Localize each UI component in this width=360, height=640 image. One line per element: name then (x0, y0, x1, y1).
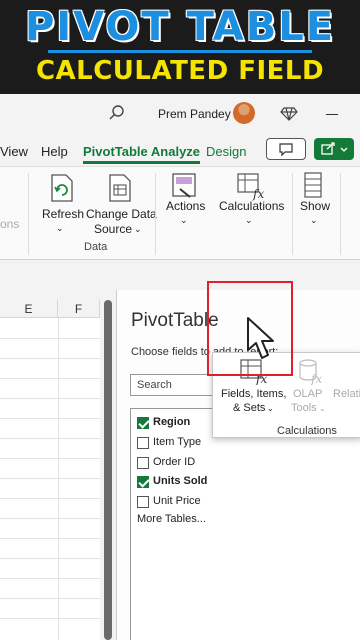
excel-window: Prem Pandey View Help PivotTable Analyze… (0, 94, 360, 640)
checkbox-checked[interactable] (137, 417, 149, 429)
chevron-down-icon: ⌄ (319, 404, 326, 413)
gridline (0, 618, 100, 619)
gridline (0, 338, 100, 339)
chevron-down-icon: ⌄ (245, 215, 253, 225)
olap-label-1: OLAP (293, 388, 323, 400)
separator (292, 173, 293, 255)
title-bar: Prem Pandey (0, 94, 360, 134)
more-tables-link[interactable]: More Tables... (137, 513, 206, 525)
avatar[interactable] (233, 102, 255, 124)
separator (28, 173, 29, 255)
field-label: Units Sold (153, 475, 208, 487)
comments-button[interactable] (266, 138, 306, 160)
share-icon (321, 142, 348, 155)
change-data-source-label-2: Source (94, 222, 133, 236)
relationships-label: Relati (333, 388, 360, 400)
tab-help[interactable]: Help (41, 144, 68, 159)
gridline (58, 318, 59, 640)
gridline (0, 538, 100, 539)
cut-off-label: ons (0, 217, 20, 231)
field-label: Region (153, 416, 191, 428)
column-header-f[interactable]: F (58, 300, 100, 318)
title-underline (48, 50, 312, 53)
show-button[interactable]: Show ⌄ (296, 171, 336, 241)
chevron-down-icon: ⌄ (267, 404, 274, 413)
ribbon: ons Refresh ⌄ Change Data Source ⌄ Data (0, 166, 360, 260)
change-data-source-button[interactable]: Change Data Source ⌄ (84, 171, 157, 243)
fields-items-label-2: & Sets (233, 402, 266, 414)
banner-title: PIVOT TABLE (24, 4, 336, 50)
ribbon-tabs: View Help PivotTable Analyze Design (0, 138, 360, 164)
diamond-icon[interactable] (280, 104, 298, 122)
calculations-button[interactable]: Calculations ⌄ (212, 171, 290, 241)
change-data-source-label-1: Change Data (86, 207, 157, 221)
tab-design[interactable]: Design (206, 144, 246, 159)
actions-label: Actions (166, 199, 206, 213)
checkbox[interactable] (137, 496, 149, 508)
gridline (0, 558, 100, 559)
gridline (0, 478, 100, 479)
checkbox[interactable] (137, 457, 149, 469)
banner-subtitle: CALCULATED FIELD (35, 56, 325, 86)
gridline (0, 518, 100, 519)
mouse-pointer-icon (247, 317, 274, 359)
field-label: Order ID (153, 456, 196, 468)
field-list: Region Item Type Order ID Units Sold Uni… (130, 408, 360, 640)
pane-title: PivotTable (131, 310, 219, 331)
search-icon[interactable] (108, 104, 126, 122)
refresh-label: Refresh (42, 207, 85, 221)
vertical-scrollbar[interactable] (104, 300, 112, 640)
field-label: Item Type (153, 436, 202, 448)
checkbox[interactable] (137, 437, 149, 449)
separator (340, 173, 341, 255)
chevron-down-icon: ⌄ (310, 215, 318, 225)
gridline (0, 498, 100, 499)
tab-view[interactable]: View (0, 144, 28, 159)
tab-pivottable-analyze[interactable]: PivotTable Analyze (83, 144, 201, 164)
worksheet[interactable]: E F (0, 300, 100, 640)
gridline (0, 418, 100, 419)
gridline (0, 438, 100, 439)
olap-tools-icon: fx (299, 359, 322, 385)
fields-items-sets-button[interactable]: Fields, Items, & Sets ⌄ (217, 387, 287, 421)
svg-text:fx: fx (310, 372, 322, 385)
gridline (0, 358, 100, 359)
fields-items-label-1: Fields, Items, (221, 388, 287, 400)
gridline (0, 598, 100, 599)
chevron-down-icon: ⌄ (180, 215, 188, 225)
calculations-label: Calculations (219, 199, 285, 213)
column-header-e[interactable]: E (0, 300, 58, 318)
separator (155, 173, 156, 255)
show-label: Show (300, 199, 331, 213)
gridline (0, 578, 100, 579)
gridline (0, 458, 100, 459)
olap-tools-button: OLAP Tools ⌄ (291, 387, 331, 421)
data-group-label: Data (84, 241, 108, 253)
share-button[interactable] (314, 138, 354, 160)
actions-button[interactable]: Actions ⌄ (160, 171, 210, 243)
refresh-button[interactable]: Refresh ⌄ (38, 171, 84, 243)
search-placeholder: Search (137, 379, 172, 391)
checkbox-checked[interactable] (137, 476, 149, 488)
olap-label-2: Tools (291, 402, 317, 414)
gridline (0, 378, 100, 379)
user-name[interactable]: Prem Pandey (158, 107, 231, 121)
gridline (0, 398, 100, 399)
calculations-group-label: Calculations (277, 425, 337, 437)
title-banner: PIVOT TABLE CALCULATED FIELD (0, 0, 360, 94)
chevron-down-icon: ⌄ (134, 224, 142, 234)
minimize-icon[interactable] (326, 114, 338, 115)
field-label: Unit Price (153, 495, 201, 507)
chevron-down-icon: ⌄ (56, 223, 64, 233)
comment-icon (279, 143, 293, 157)
